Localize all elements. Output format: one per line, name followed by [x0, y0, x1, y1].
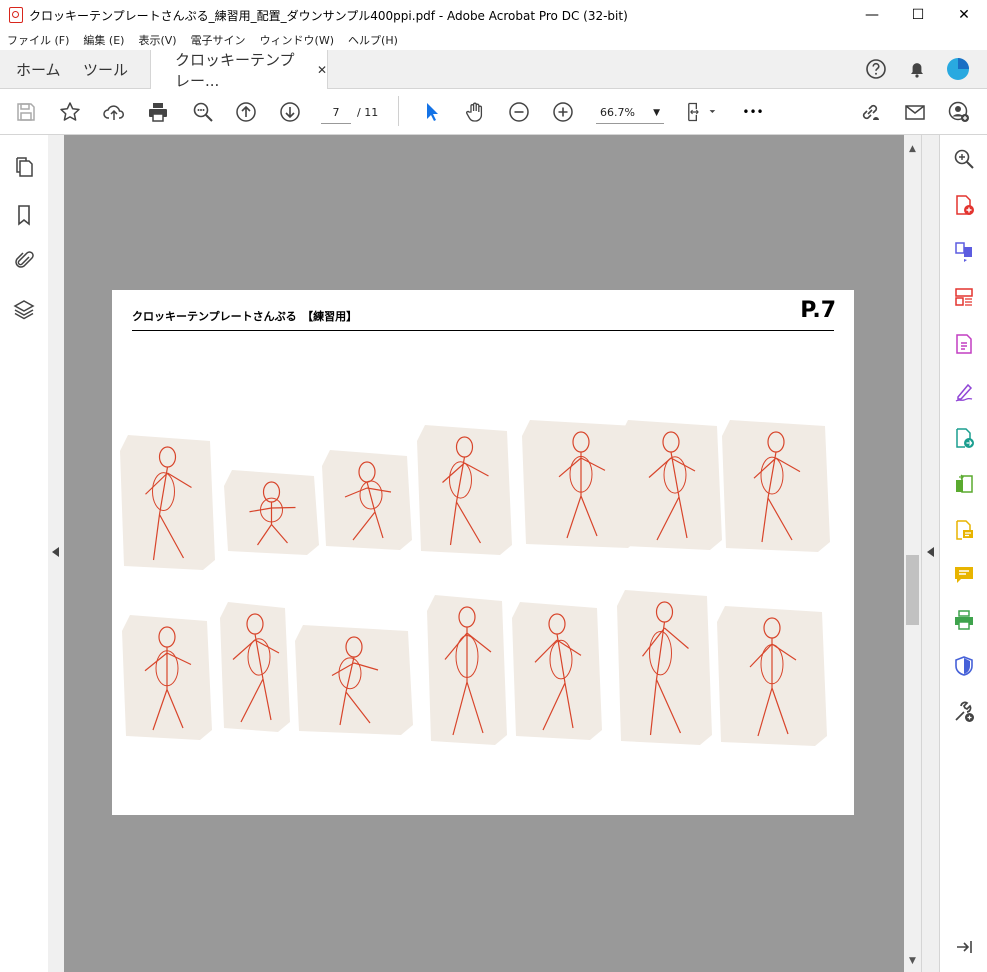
left-navigation-panel [0, 135, 49, 972]
bookmark-star-icon[interactable] [57, 99, 83, 125]
menu-esign[interactable]: 電子サイン [184, 32, 253, 48]
menu-window[interactable]: ウィンドウ(W) [253, 32, 341, 48]
tab-close-icon[interactable]: ✕ [317, 63, 327, 77]
attachment-icon[interactable] [12, 248, 36, 272]
zoom-search-icon[interactable] [190, 99, 216, 125]
menu-file[interactable]: ファイル (F) [0, 32, 76, 48]
minimize-button[interactable]: — [849, 0, 895, 30]
print-icon[interactable] [145, 99, 171, 125]
zoom-dropdown-arrow: ▼ [653, 108, 660, 118]
document-view[interactable]: クロッキーテンプレートさんぷる 【練習用】 P.7 [64, 135, 904, 972]
email-icon[interactable] [902, 99, 928, 125]
sketch-paper [722, 420, 830, 552]
close-window-button[interactable]: ✕ [941, 0, 987, 30]
edit-pdf-icon[interactable] [952, 332, 976, 356]
tab-tools-label: ツール [83, 60, 129, 79]
scrollbar-thumb[interactable] [906, 555, 919, 625]
tab-home-label: ホーム [16, 60, 61, 79]
title-bar: クロッキーテンプレートさんぷる_練習用_配置_ダウンサンプル400ppi.pdf… [0, 0, 987, 30]
protect-icon[interactable] [952, 654, 976, 678]
expand-left-icon[interactable] [52, 547, 60, 557]
menu-bar: ファイル (F) 編集 (E) 表示(V) 電子サイン ウィンドウ(W) ヘルプ… [0, 30, 987, 50]
scroll-down-icon[interactable]: ▼ [904, 953, 921, 970]
help-icon[interactable] [865, 50, 887, 88]
tab-document[interactable]: クロッキーテンプレー... ✕ [150, 50, 328, 90]
page-fit-icon[interactable] [684, 99, 720, 125]
menu-help[interactable]: ヘルプ(H) [341, 32, 405, 48]
hand-tool-icon[interactable] [462, 99, 488, 125]
menu-view[interactable]: 表示(V) [131, 32, 183, 48]
share-link-icon[interactable] [857, 99, 883, 125]
compress-icon[interactable] [952, 472, 976, 496]
main-toolbar: 7 / 11 66.7% ▼ ••• [0, 89, 987, 135]
sketch-paper [620, 420, 722, 550]
sketch-paper [417, 425, 512, 555]
croquis-sketches [120, 420, 830, 746]
pdf-page: クロッキーテンプレートさんぷる 【練習用】 P.7 [112, 290, 854, 815]
collapse-panel-icon[interactable] [952, 935, 976, 959]
sketch-paper [220, 602, 290, 732]
create-pdf-icon[interactable] [952, 193, 976, 217]
print-production-icon[interactable] [952, 608, 976, 632]
sketch-paper [295, 625, 413, 735]
acrobat-app-icon [9, 7, 23, 23]
menu-edit[interactable]: 編集 (E) [76, 32, 131, 48]
tab-document-label: クロッキーテンプレー... [175, 50, 295, 90]
notification-bell-icon[interactable] [906, 50, 928, 88]
more-options-icon[interactable]: ••• [740, 99, 766, 125]
right-tools-panel [939, 135, 987, 972]
sketch-paper [322, 450, 412, 550]
previous-page-icon[interactable] [233, 99, 259, 125]
request-sign-icon[interactable] [952, 518, 976, 542]
window-title: クロッキーテンプレートさんぷる_練習用_配置_ダウンサンプル400ppi.pdf… [29, 8, 628, 23]
fill-sign-icon[interactable] [952, 379, 976, 403]
zoom-out-icon[interactable] [506, 99, 532, 125]
account-avatar-icon[interactable] [946, 50, 970, 88]
zoom-level-select[interactable]: 66.7% ▼ [596, 103, 664, 124]
sketch-paper [512, 602, 602, 740]
scroll-up-icon[interactable]: ▲ [904, 141, 921, 158]
collapse-right-icon[interactable] [927, 547, 935, 557]
page-total: / 11 [357, 106, 379, 119]
upload-cloud-icon[interactable] [101, 99, 127, 125]
sketch-paper [120, 435, 215, 570]
vertical-scrollbar[interactable]: ▲ ▼ [904, 135, 921, 972]
zoom-in-icon[interactable] [550, 99, 576, 125]
export-pdf-icon[interactable] [952, 426, 976, 450]
sketch-paper [617, 590, 712, 745]
organize-pages-icon[interactable] [952, 285, 976, 309]
share-people-icon[interactable] [946, 99, 972, 125]
window-controls: — ☐ ✕ [849, 0, 987, 30]
more-tools-icon[interactable] [952, 700, 976, 724]
maximize-button[interactable]: ☐ [895, 0, 941, 30]
tab-tools[interactable]: ツール [83, 50, 128, 88]
save-icon[interactable] [13, 99, 39, 125]
page-number-input[interactable]: 7 [321, 103, 351, 124]
tab-home[interactable]: ホーム [16, 50, 61, 88]
next-page-icon[interactable] [277, 99, 303, 125]
layers-icon[interactable] [12, 297, 36, 321]
combine-files-icon[interactable] [952, 240, 976, 264]
left-panel-collapse-bar[interactable] [48, 135, 64, 972]
select-cursor-icon[interactable] [419, 99, 445, 125]
right-panel-collapse-bar[interactable] [921, 135, 940, 972]
bookmark-icon[interactable] [12, 203, 36, 227]
comment-icon[interactable] [952, 563, 976, 587]
zoom-level-value: 66.7% [600, 106, 635, 119]
tab-bar: ホーム ツール クロッキーテンプレー... ✕ [0, 50, 987, 90]
pages-icon[interactable] [12, 155, 36, 179]
toolbar-separator [398, 96, 399, 126]
zoom-search-icon[interactable] [952, 147, 976, 171]
